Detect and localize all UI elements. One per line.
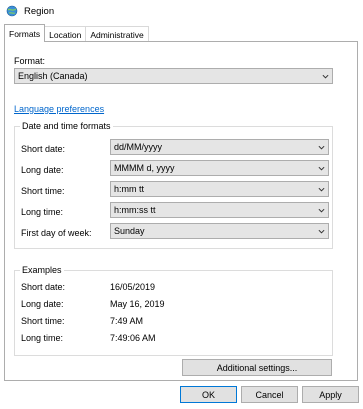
language-preferences-link[interactable]: Language preferences: [14, 104, 104, 114]
chevron-down-icon: [318, 229, 325, 234]
title-bar: Region: [0, 0, 363, 22]
globe-icon: [6, 5, 18, 17]
short-date-value: dd/MM/yyyy: [114, 142, 163, 152]
long-date-label: Long date:: [21, 165, 64, 175]
long-time-value: h:mm:ss tt: [114, 205, 156, 215]
tab-strip: Formats Location Administrative: [4, 24, 149, 42]
short-time-label: Short time:: [21, 186, 65, 196]
additional-settings-button[interactable]: Additional settings...: [182, 359, 332, 376]
format-label: Format:: [14, 56, 46, 66]
example-long-date-value: May 16, 2019: [110, 299, 165, 309]
apply-button[interactable]: Apply: [302, 386, 359, 403]
long-time-label: Long time:: [21, 207, 64, 217]
format-combo[interactable]: English (Canada): [14, 68, 333, 84]
chevron-down-icon: [318, 145, 325, 150]
example-long-date-label: Long date:: [21, 299, 64, 309]
example-long-time-value: 7:49:06 AM: [110, 333, 156, 343]
chevron-down-icon: [322, 74, 329, 79]
region-dialog: Region Formats Location Administrative F…: [0, 0, 363, 409]
long-date-value: MMMM d, yyyy: [114, 163, 175, 173]
example-short-date-value: 16/05/2019: [110, 282, 156, 292]
tab-location[interactable]: Location: [44, 26, 87, 42]
example-short-time-value: 7:49 AM: [110, 316, 144, 326]
ok-button[interactable]: OK: [180, 386, 237, 403]
first-day-of-week-label: First day of week:: [21, 228, 92, 238]
long-date-combo[interactable]: MMMM d, yyyy: [110, 160, 329, 176]
example-short-date-label: Short date:: [21, 282, 66, 292]
first-day-of-week-value: Sunday: [114, 226, 145, 236]
first-day-of-week-combo[interactable]: Sunday: [110, 223, 329, 239]
examples-group: Examples Short date: 16/05/2019 Long dat…: [14, 265, 333, 356]
window-title: Region: [24, 5, 55, 17]
chevron-down-icon: [318, 166, 325, 171]
tab-administrative[interactable]: Administrative: [85, 26, 149, 42]
short-date-combo[interactable]: dd/MM/yyyy: [110, 139, 329, 155]
formats-panel: Format: English (Canada) Language prefer…: [4, 41, 358, 381]
long-time-combo[interactable]: h:mm:ss tt: [110, 202, 329, 218]
chevron-down-icon: [318, 187, 325, 192]
cancel-button[interactable]: Cancel: [241, 386, 298, 403]
format-value: English (Canada): [18, 71, 88, 81]
examples-group-title: Examples: [20, 265, 64, 275]
short-time-value: h:mm tt: [114, 184, 145, 194]
date-time-group-title: Date and time formats: [20, 121, 113, 131]
short-time-combo[interactable]: h:mm tt: [110, 181, 329, 197]
example-short-time-label: Short time:: [21, 316, 65, 326]
short-date-label: Short date:: [21, 144, 66, 154]
tab-formats[interactable]: Formats: [4, 24, 46, 42]
date-time-formats-group: Date and time formats Short date: dd/MM/…: [14, 121, 333, 249]
chevron-down-icon: [318, 208, 325, 213]
example-long-time-label: Long time:: [21, 333, 64, 343]
